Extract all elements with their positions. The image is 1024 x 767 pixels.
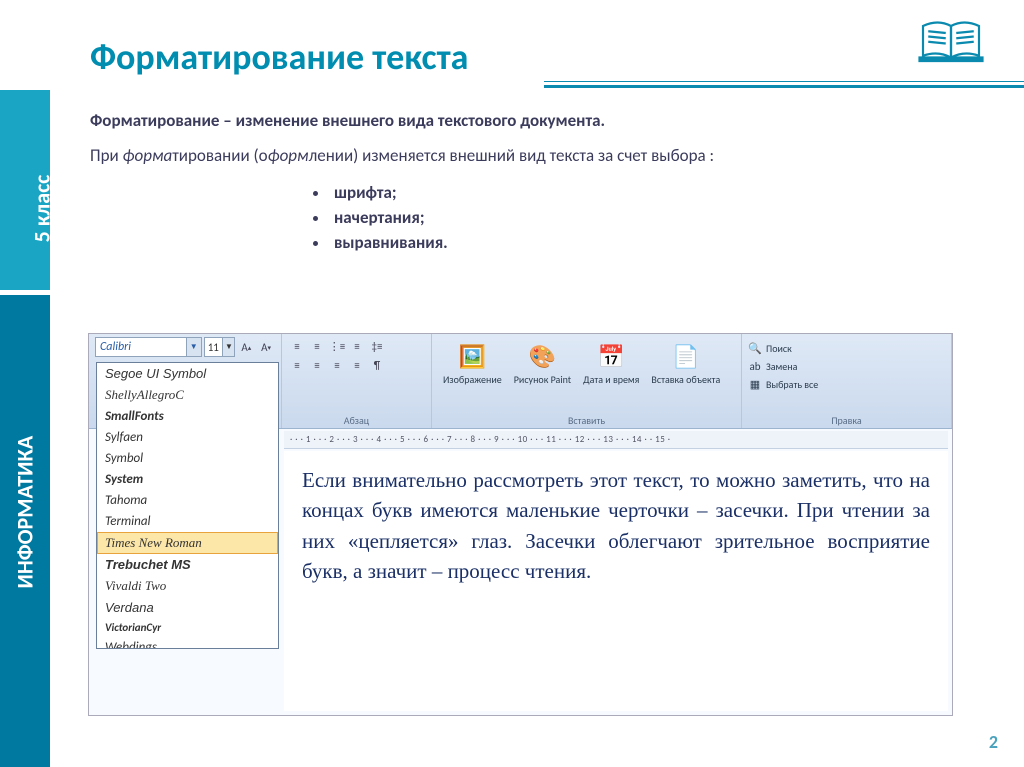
font-option-selected[interactable]: Times New Roman	[97, 532, 278, 554]
align-center-button[interactable]: ≡	[308, 356, 326, 374]
increase-indent-button[interactable]: ≡	[308, 337, 326, 355]
font-option[interactable]: Vivaldi Two	[97, 575, 278, 597]
list-item: выравнивания.	[330, 232, 970, 253]
paragraph-button[interactable]: ¶	[368, 356, 386, 374]
ribbon-group-font: Calibri ▼ Segoe UI Symbol ShellyAllegroC…	[89, 334, 282, 428]
font-option[interactable]: ShellyAllegroC	[97, 384, 278, 406]
list-item: шрифта;	[330, 182, 970, 203]
page-title: Форматирование текста	[90, 35, 468, 79]
decrease-indent-button[interactable]: ≡	[288, 337, 306, 355]
select-all-button[interactable]: ▦Выбрать все	[748, 376, 945, 392]
palette-icon: 🎨	[526, 340, 558, 372]
chevron-down-icon[interactable]: ▼	[186, 338, 201, 356]
object-icon: 📄	[670, 340, 702, 372]
numbering-button[interactable]: ≡	[348, 337, 366, 355]
font-option[interactable]: Symbol	[97, 448, 278, 469]
replace-button[interactable]: abЗамена	[748, 358, 945, 374]
header-rule	[544, 85, 1024, 88]
align-left-button[interactable]: ≡	[288, 356, 306, 374]
group-label: Вставить	[432, 414, 741, 427]
chevron-down-icon[interactable]: ▼	[222, 338, 234, 356]
search-icon: 🔍	[748, 341, 762, 355]
subject-label: ИНФОРМАТИКА	[12, 539, 39, 589]
calendar-icon: 📅	[595, 340, 627, 372]
list-item: начертания;	[330, 207, 970, 228]
group-label: Абзац	[282, 414, 431, 427]
font-size-combo[interactable]: 11 ▼	[204, 337, 236, 357]
select-all-icon: ▦	[748, 377, 762, 391]
content: Форматирование – изменение внешнего вида…	[90, 110, 970, 257]
font-option[interactable]: Terminal	[97, 511, 278, 532]
align-justify-button[interactable]: ≡	[348, 356, 366, 374]
page-number: 2	[989, 731, 998, 753]
document-text: Если внимательно рассмотреть этот текст,…	[302, 468, 930, 583]
font-option[interactable]: Sylfaen	[97, 427, 278, 448]
book-icon	[916, 10, 986, 70]
body-text: При форматировании (оформлении) изменяет…	[90, 145, 970, 166]
group-label: Правка	[742, 414, 951, 427]
font-option[interactable]: Segoe UI Symbol	[97, 363, 278, 384]
ribbon-group-insert: 🖼️ Изображение 🎨 Рисунок Paint 📅 Дата и …	[432, 334, 742, 428]
ruler[interactable]: · · · 1 · · · 2 · · · 3 · · · 4 · · · 5 …	[284, 431, 948, 449]
bullets-button[interactable]: ⋮≡	[328, 337, 346, 355]
definition-text: Форматирование – изменение внешнего вида…	[90, 110, 970, 131]
font-option[interactable]: Trebuchet MS	[97, 554, 278, 575]
font-option[interactable]: Webdings	[97, 637, 278, 649]
sidebar: 5 класс ИНФОРМАТИКА	[0, 0, 50, 767]
ribbon-group-edit: 🔍Поиск abЗамена ▦Выбрать все Правка	[742, 334, 952, 428]
font-option[interactable]: VictorianCyr	[97, 618, 278, 637]
grow-font-button[interactable]: A▴	[237, 338, 255, 356]
font-name-combo[interactable]: Calibri ▼ Segoe UI Symbol ShellyAllegroC…	[95, 337, 202, 357]
font-option[interactable]: Verdana	[97, 597, 278, 618]
ribbon-group-paragraph: ≡ ≡ ⋮≡ ≡ ‡≡ ≡ ≡ ≡ ≡ ¶ Абзац	[282, 334, 432, 428]
header-rule-thin	[544, 81, 1024, 82]
font-option[interactable]: SmallFonts	[97, 406, 278, 427]
font-option[interactable]: System	[97, 469, 278, 490]
bullet-list: шрифта; начертания; выравнивания.	[330, 182, 970, 253]
grade-label: 5 класс	[28, 175, 55, 243]
image-icon: 🖼️	[456, 340, 488, 372]
replace-icon: ab	[748, 359, 762, 373]
font-option[interactable]: Tahoma	[97, 490, 278, 511]
ribbon: Calibri ▼ Segoe UI Symbol ShellyAllegroC…	[89, 334, 952, 429]
align-right-button[interactable]: ≡	[328, 356, 346, 374]
shrink-font-button[interactable]: A▾	[257, 338, 275, 356]
line-spacing-button[interactable]: ‡≡	[368, 337, 386, 355]
document-area[interactable]: Если внимательно рассмотреть этот текст,…	[284, 451, 948, 711]
text-editor-screenshot: Calibri ▼ Segoe UI Symbol ShellyAllegroC…	[88, 333, 953, 716]
find-button[interactable]: 🔍Поиск	[748, 340, 945, 356]
font-dropdown[interactable]: Segoe UI Symbol ShellyAllegroC SmallFont…	[96, 362, 279, 649]
